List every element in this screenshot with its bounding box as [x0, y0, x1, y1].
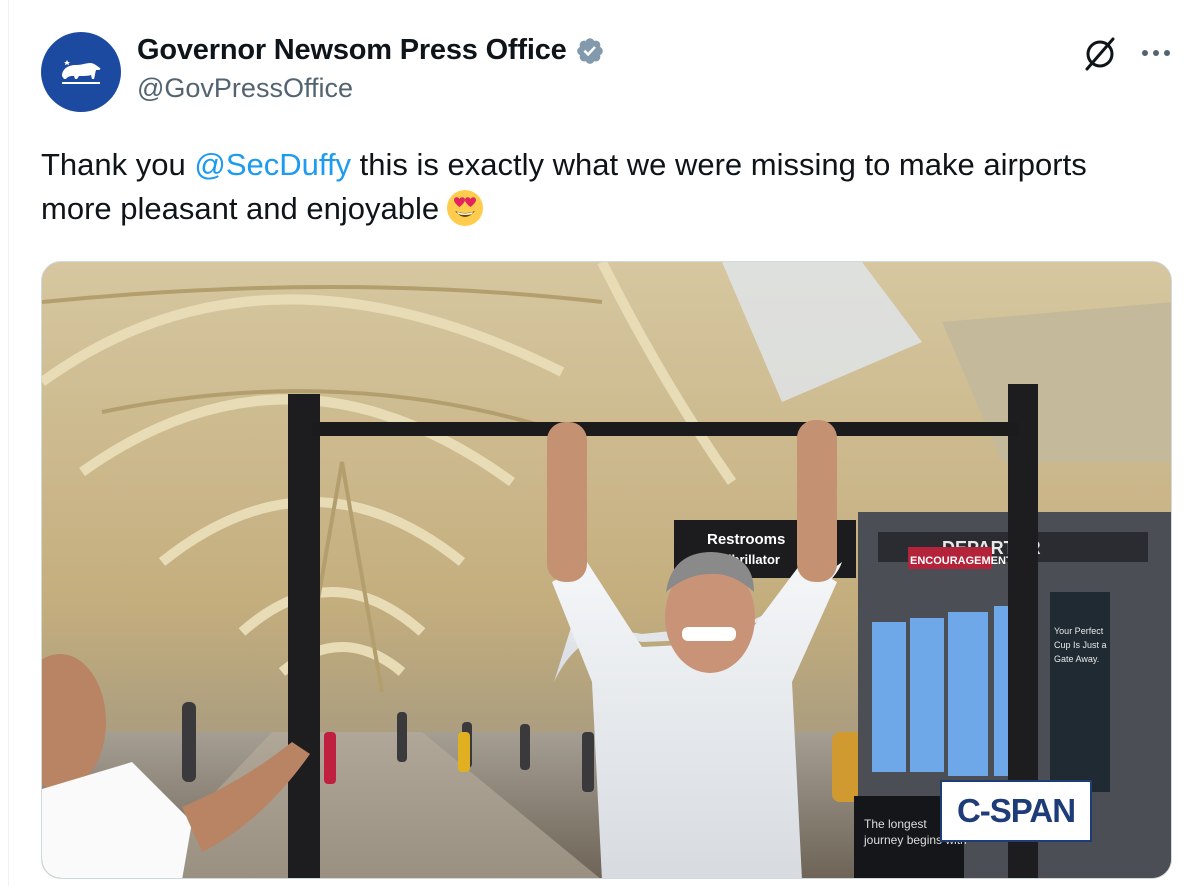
- encouragement-sign: ENCOURAGEMENT: [910, 555, 1013, 567]
- verified-badge-icon[interactable]: [575, 36, 605, 66]
- avatar[interactable]: [41, 32, 121, 112]
- more-icon[interactable]: [1138, 38, 1174, 68]
- tweet-text-before: Thank you: [41, 147, 195, 182]
- mention-link[interactable]: @SecDuffy: [194, 147, 351, 182]
- tweet-media-video[interactable]: DEPARTUR ENCOURAGEMENT Your Perfect Cup …: [41, 261, 1172, 879]
- heart-eyes-emoji-icon: [447, 190, 484, 226]
- restrooms-sign: Restrooms: [707, 531, 785, 548]
- grok-glyph-icon: [1085, 37, 1115, 71]
- cspan-watermark: C-SPAN: [940, 780, 1092, 842]
- grok-icon[interactable]: [1080, 34, 1120, 74]
- author-block: Governor Newsom Press Office @GovPressOf…: [137, 34, 605, 104]
- ad-text-1: Your Perfect: [1054, 626, 1104, 636]
- ad-text-2: Cup Is Just a: [1054, 640, 1107, 650]
- more-dots-icon: [1142, 50, 1170, 56]
- ad-text-3: Gate Away.: [1054, 654, 1099, 664]
- display-name[interactable]: Governor Newsom Press Office: [137, 34, 567, 67]
- kiosk-text-1: The longest: [864, 817, 927, 831]
- tweet-text: Thank you @SecDuffy this is exactly what…: [41, 143, 1151, 231]
- name-row: Governor Newsom Press Office: [137, 34, 605, 67]
- timeline-border: [8, 0, 9, 886]
- california-bear-icon: [62, 60, 101, 84]
- author-handle[interactable]: @GovPressOffice: [137, 73, 605, 104]
